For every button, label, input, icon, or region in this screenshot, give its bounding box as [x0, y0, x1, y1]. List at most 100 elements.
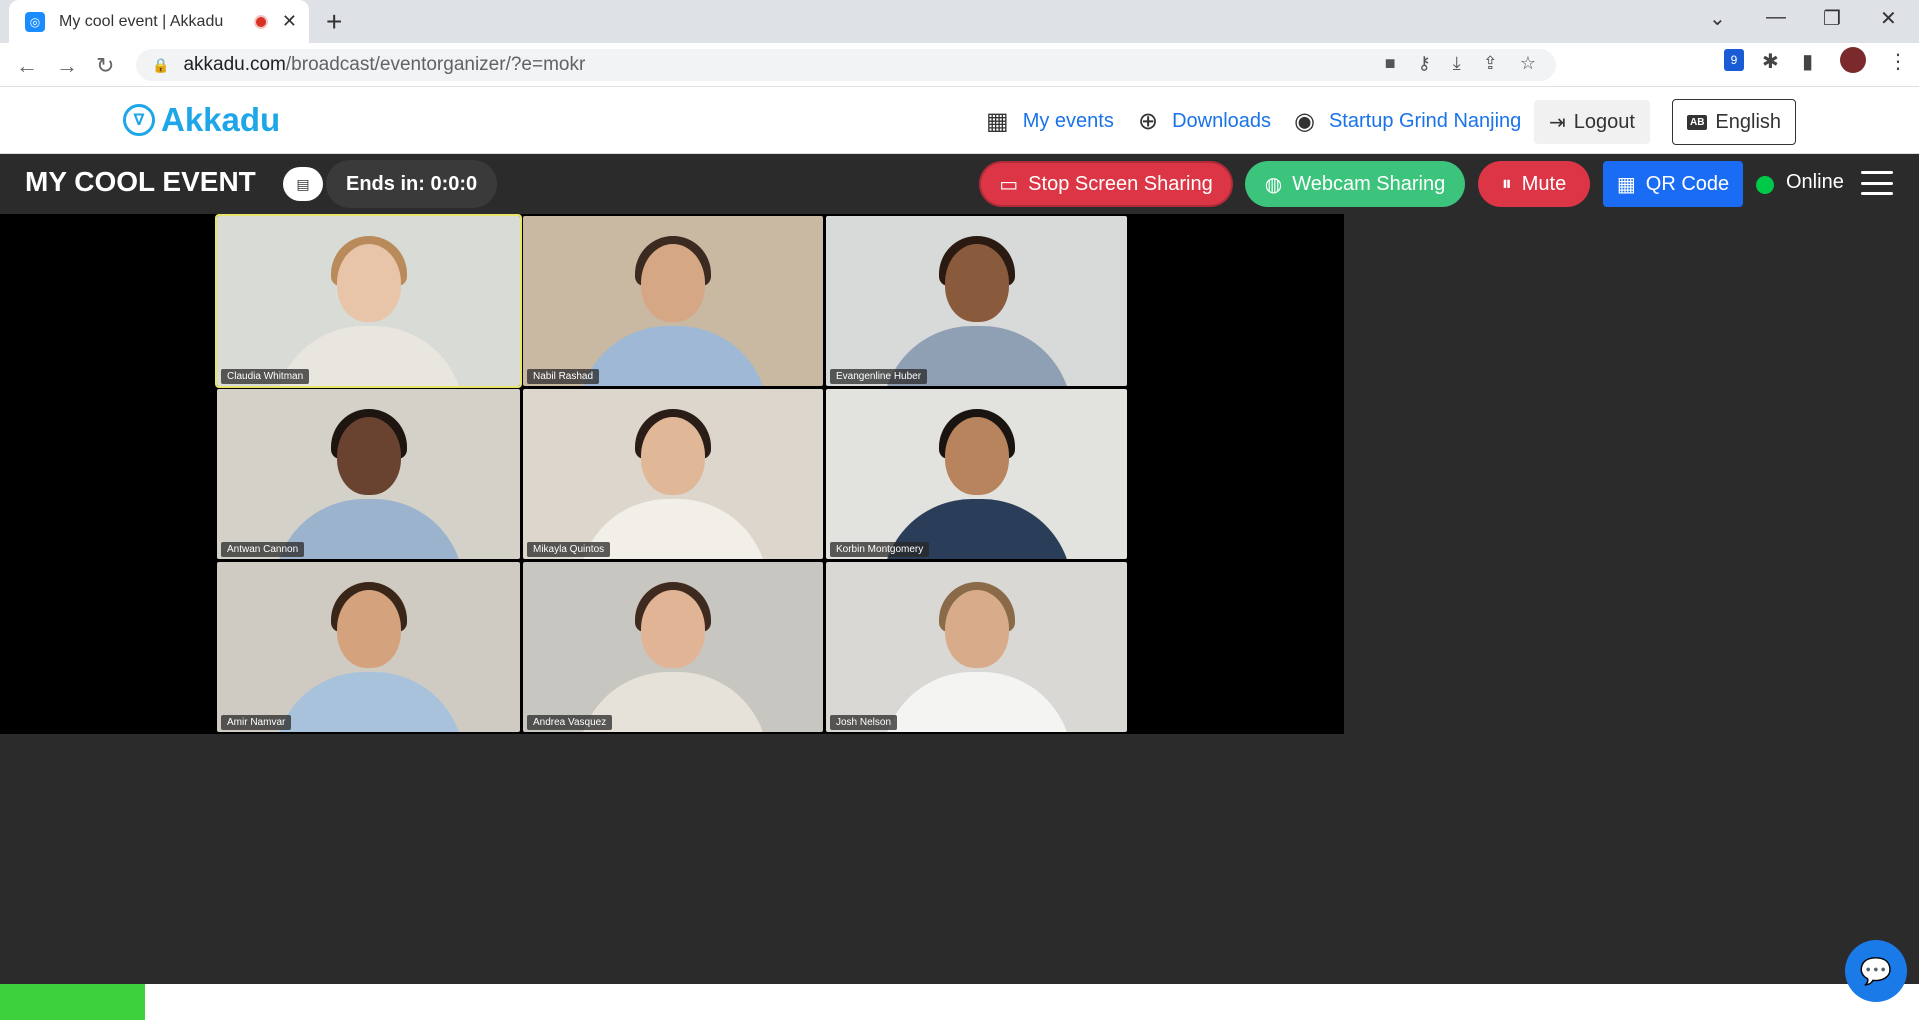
mute-button[interactable]: ⏸ Mute	[1478, 161, 1590, 207]
participant-name: Antwan Cannon	[221, 542, 305, 557]
logout-icon: ⇥	[1549, 111, 1566, 134]
stop-screen-sharing-label: Stop Screen Sharing	[1028, 172, 1213, 195]
event-toolbar: MY COOL EVENT ▤ Ends in: 0:0:0 ▭ Stop Sc…	[0, 154, 1919, 214]
progress-fill	[0, 984, 145, 1020]
akkadu-logo[interactable]: ∇ Akkadu	[123, 101, 280, 139]
participant-tile[interactable]: Korbin Montgomery	[826, 389, 1127, 559]
participant-tile[interactable]: Amir Namvar	[217, 562, 520, 732]
event-title: MY COOL EVENT	[25, 166, 256, 197]
minimize-icon[interactable]: —	[1766, 6, 1786, 29]
back-icon[interactable]: ←	[16, 53, 38, 79]
webcam-sharing-label: Webcam Sharing	[1292, 172, 1446, 195]
side-panel-icon[interactable]: ▮	[1802, 49, 1813, 74]
participant-name: Josh Nelson	[830, 715, 898, 730]
restore-icon[interactable]: ❐	[1823, 6, 1841, 31]
qr-code-label: QR Code	[1645, 172, 1730, 195]
extensions-puzzle-icon[interactable]: ✱	[1762, 49, 1779, 74]
organization-link[interactable]: Startup Grind Nanjing	[1329, 110, 1521, 133]
participant-face	[641, 590, 705, 668]
extension-badge-icon[interactable]: 9	[1724, 49, 1744, 71]
akkadu-favicon-icon: ◎	[25, 11, 45, 32]
participant-face	[641, 244, 705, 322]
qr-code-button[interactable]: ▦ QR Code	[1603, 161, 1743, 207]
stop-screen-sharing-button[interactable]: ▭ Stop Screen Sharing	[979, 161, 1233, 207]
participant-face	[944, 244, 1009, 322]
camera-icon[interactable]: ■	[1385, 53, 1396, 74]
key-icon[interactable]: ⚷	[1418, 53, 1431, 74]
profile-avatar[interactable]	[1840, 47, 1866, 73]
participant-tile[interactable]: Nabil Rashad	[523, 216, 823, 386]
participant-name: Nabil Rashad	[527, 369, 600, 384]
forward-icon[interactable]: →	[56, 53, 78, 79]
address-bar[interactable]: 🔒 akkadu.com/broadcast/eventorganizer/?e…	[136, 49, 1556, 81]
participant-tile[interactable]: Evangenline Huber	[826, 216, 1127, 386]
participant-name: Evangenline Huber	[830, 369, 928, 384]
participant-tile[interactable]: Claudia Whitman	[215, 214, 522, 388]
participant-body	[273, 672, 464, 732]
side-panel	[1344, 214, 1919, 984]
chat-button[interactable]: 💬	[1845, 940, 1907, 1002]
pdf-icon: ▤	[296, 175, 310, 192]
logout-button[interactable]: ⇥ Logout	[1534, 100, 1650, 144]
participant-face	[641, 417, 705, 495]
webcam-sharing-button[interactable]: ◍ Webcam Sharing	[1245, 161, 1465, 207]
nav-organization[interactable]: ◉ Startup Grind Nanjing	[1294, 107, 1521, 136]
site-header: ∇ Akkadu ▦ My events ⊕ Downloads ◉ Start…	[0, 87, 1919, 154]
participant-name: Mikayla Quintos	[527, 542, 611, 557]
nav-my-events[interactable]: ▦ My events	[986, 107, 1114, 136]
browser-tabstrip: ◎ My cool event | Akkadu ✕ + ⌄ — ❐ ✕	[0, 0, 1919, 43]
akkadu-logo-icon: ∇	[123, 104, 155, 136]
participant-face	[336, 590, 401, 668]
participant-tile[interactable]: Antwan Cannon	[217, 389, 520, 559]
new-tab-icon[interactable]: +	[326, 6, 342, 38]
calendar-icon: ▦	[986, 108, 1009, 135]
downloads-link[interactable]: Downloads	[1172, 110, 1271, 133]
participant-body	[881, 672, 1072, 732]
reload-icon[interactable]: ↻	[96, 53, 114, 79]
participant-tile[interactable]: Josh Nelson	[826, 562, 1127, 732]
participant-face	[944, 417, 1009, 495]
browser-toolbar: ← → ↻ 🔒 akkadu.com/broadcast/eventorgani…	[0, 43, 1919, 87]
bookmark-star-icon[interactable]: ☆	[1520, 53, 1536, 74]
install-icon[interactable]: ⤓	[1453, 53, 1461, 74]
countdown-badge: Ends in: 0:0:0	[326, 160, 498, 208]
participant-tile[interactable]: Andrea Vasquez	[523, 562, 823, 732]
participant-face	[944, 590, 1009, 668]
recording-icon	[253, 14, 268, 29]
participant-name: Andrea Vasquez	[527, 715, 613, 730]
nav-downloads[interactable]: ⊕ Downloads	[1138, 107, 1271, 136]
language-label: English	[1715, 110, 1782, 133]
my-events-link[interactable]: My events	[1023, 110, 1114, 133]
hamburger-menu-icon[interactable]	[1861, 171, 1893, 195]
window-close-icon[interactable]: ✕	[1880, 6, 1897, 31]
pdf-button[interactable]: ▤	[283, 167, 323, 201]
progress-bar	[0, 984, 1919, 1020]
qr-icon: ▦	[1616, 173, 1636, 196]
url-text: akkadu.com/broadcast/eventorganizer/?e=m…	[183, 54, 586, 75]
download-circle-icon: ⊕	[1138, 108, 1159, 135]
logout-label: Logout	[1573, 110, 1635, 133]
user-circle-icon: ◉	[1294, 108, 1315, 135]
participant-name: Claudia Whitman	[221, 369, 310, 384]
tab-close-icon[interactable]: ✕	[282, 11, 297, 32]
pause-icon: ⏸	[1501, 172, 1512, 195]
lock-icon: 🔒	[152, 56, 170, 73]
monitor-icon: ▭	[999, 173, 1019, 196]
participant-tile[interactable]: Mikayla Quintos	[523, 389, 823, 559]
tab-search-icon[interactable]: ⌄	[1709, 6, 1726, 31]
brand-name: Akkadu	[161, 101, 281, 138]
participant-body	[578, 326, 768, 386]
browser-menu-icon[interactable]: ⋮	[1888, 49, 1908, 74]
chat-bubbles-icon: 💬	[1859, 955, 1893, 986]
participant-face	[336, 244, 401, 322]
language-button[interactable]: AB English	[1672, 99, 1796, 145]
language-icon: AB	[1686, 114, 1708, 130]
online-status-label: Online	[1786, 171, 1844, 193]
participant-name: Amir Namvar	[221, 715, 292, 730]
participant-grid: Claudia Whitman Nabil Rashad Evangenline H…	[215, 214, 1127, 732]
video-stage: Claudia Whitman Nabil Rashad Evangenline H…	[0, 214, 1344, 734]
online-status-dot	[1756, 176, 1774, 194]
participant-face	[336, 417, 401, 495]
share-icon[interactable]: ⇪	[1483, 53, 1498, 74]
browser-tab-active[interactable]: ◎ My cool event | Akkadu ✕	[9, 0, 309, 43]
